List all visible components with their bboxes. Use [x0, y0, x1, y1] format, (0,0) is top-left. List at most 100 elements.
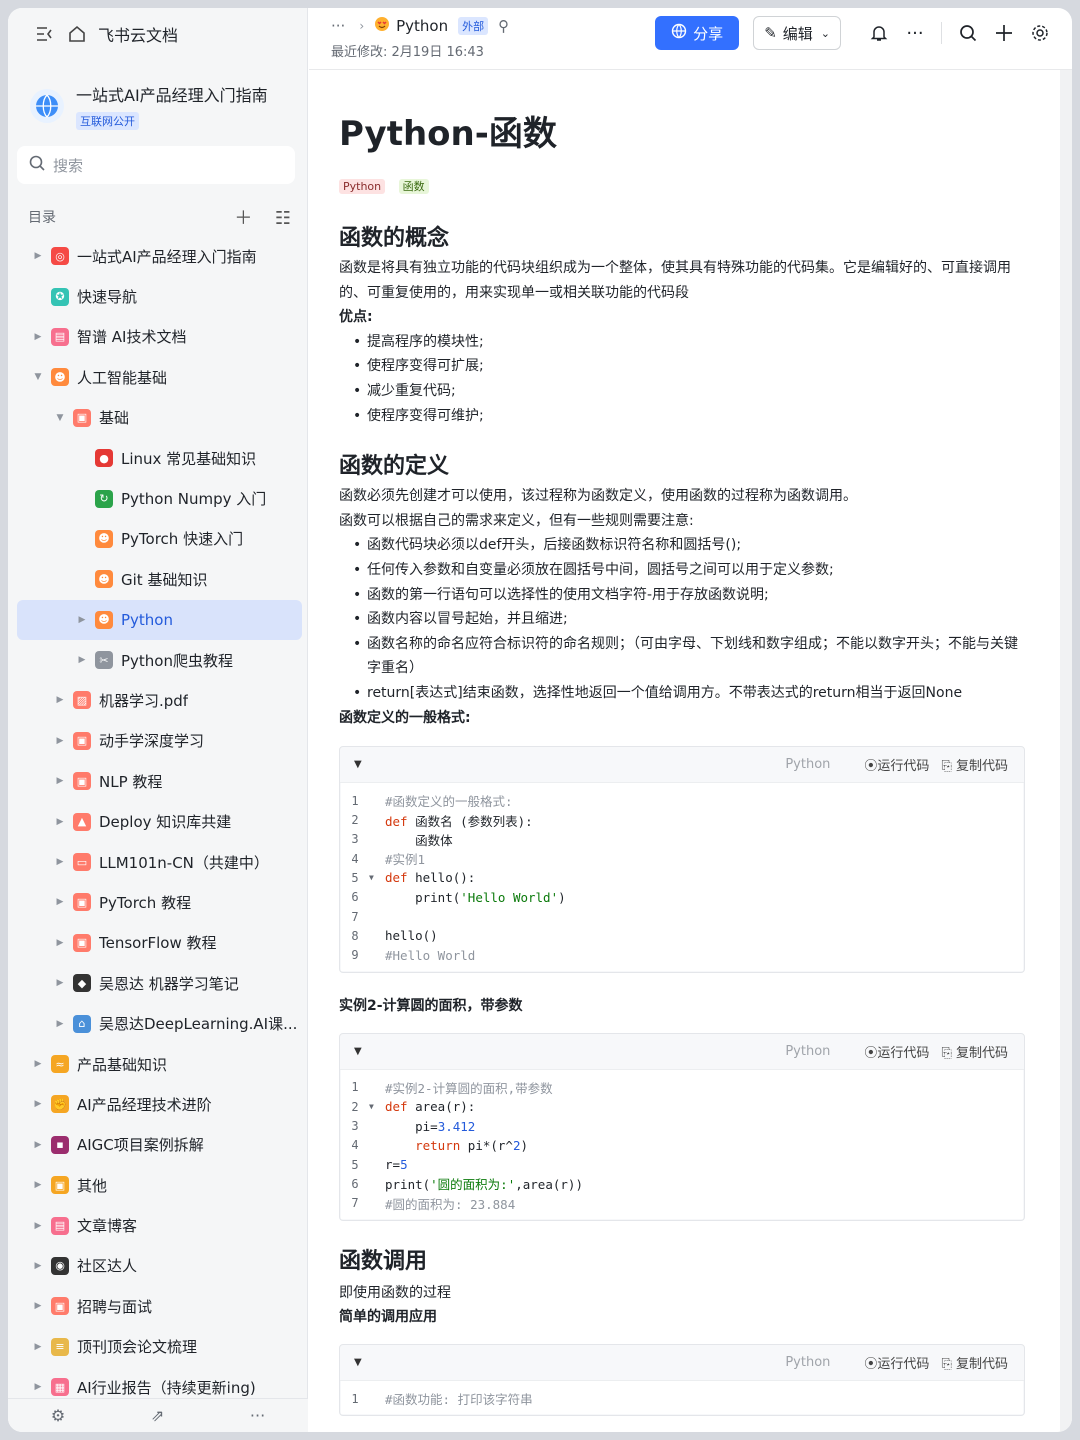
line-number: 7 — [351, 1196, 359, 1211]
sidebar-item[interactable]: ▶ ▨ 机器学习.pdf — [17, 680, 302, 720]
code-content[interactable]: 1 #函数功能: 打印该字符串 — [341, 1381, 1023, 1415]
caret-right-icon[interactable]: ▶ — [53, 817, 67, 827]
caret-right-icon[interactable]: ▶ — [31, 1180, 45, 1190]
sidebar-item[interactable]: ● Linux 常见基础知识 — [17, 438, 302, 478]
caret-right-icon[interactable]: ▶ — [31, 1261, 45, 1271]
sidebar-item[interactable]: ▶ ▣ 动手学深度学习 — [17, 721, 302, 761]
sidebar-item[interactable]: ▶ ≈ 产品基础知识 — [17, 1044, 302, 1084]
copy-code-button[interactable]: ⎘ 复制代码 — [941, 1042, 1008, 1061]
share-button[interactable]: 分享 — [655, 16, 740, 50]
sidebar-item[interactable]: ▶ ▣ NLP 教程 — [17, 761, 302, 801]
search-input[interactable]: 搜索 — [17, 146, 295, 184]
caret-right-icon[interactable]: ▶ — [75, 655, 89, 665]
sidebar-item[interactable]: ▶ ◎ 一站式AI产品经理入门指南 — [17, 236, 302, 276]
sidebar-item[interactable]: ▼ ☻ 人工智能基础 — [17, 357, 302, 397]
sidebar-item[interactable]: ▶ ☻ Python — [17, 599, 302, 640]
sidebar-item[interactable]: ▶ ✂ Python爬虫教程 — [17, 640, 302, 680]
edit-button[interactable]: ✎ 编辑 ⌄ — [753, 16, 841, 50]
sidebar-item[interactable]: ▶ ▪ AIGC项目案例拆解 — [17, 1125, 302, 1165]
sidebar-item[interactable]: ▶ ▣ 招聘与面试 — [17, 1286, 302, 1326]
breadcrumb-more[interactable]: ··· — [331, 17, 345, 35]
caret-right-icon[interactable]: ▶ — [31, 1301, 45, 1311]
sidebar-item[interactable]: ▶ ▭ LLM101n-CN（共建中） — [17, 842, 302, 882]
sidebar-item-label: TensorFlow 教程 — [99, 934, 217, 953]
bell-icon[interactable] — [861, 16, 897, 50]
copy-code-button[interactable]: ⎘ 复制代码 — [941, 755, 1008, 774]
caret-right-icon[interactable]: ▶ — [53, 736, 67, 746]
caret-right-icon[interactable]: ▶ — [31, 1099, 45, 1109]
sidebar-item[interactable]: ▶ ▤ 文章博客 — [17, 1205, 302, 1245]
sidebar-item[interactable]: ▶ ▲ Deploy 知识库共建 — [17, 801, 302, 841]
share-out-icon[interactable]: ⇗ — [151, 1406, 164, 1425]
app-name[interactable]: 飞书云文档 — [98, 22, 178, 46]
caret-right-icon[interactable]: ▶ — [31, 1342, 45, 1352]
code-content[interactable]: 1 #函数定义的一般格式: 2 def 函数名 (参数列表): 3 函数体 4 #实例1 5 ▼… — [341, 783, 1023, 971]
code-language[interactable]: Python — [785, 1044, 830, 1059]
sidebar-item[interactable]: ▶ ◆ 吴恩达 机器学习笔记 — [17, 963, 302, 1003]
sidebar-item[interactable]: ▶ ▤ 智谱 AI技术文档 — [17, 317, 302, 357]
caret-right-icon[interactable]: ▶ — [53, 978, 67, 988]
collapse-icon[interactable]: ▼ — [354, 1357, 362, 1368]
sidebar-item[interactable]: ▶ ✊ AI产品经理技术进阶 — [17, 1084, 302, 1124]
sidebar-item[interactable]: ☻ PyTorch 快速入门 — [17, 519, 302, 559]
caret-right-icon[interactable]: ▶ — [53, 1019, 67, 1029]
fold-icon[interactable]: ▼ — [369, 1102, 385, 1111]
collapse-icon[interactable]: ▼ — [354, 1046, 362, 1057]
pin-icon[interactable]: ⚲ — [498, 17, 509, 35]
code-content[interactable]: 1 #实例2-计算圆的面积,带参数 2 ▼ def area(r): 3 pi=3.412… — [341, 1069, 1023, 1219]
caret-down-icon[interactable]: ▼ — [31, 372, 45, 382]
caret-right-icon[interactable]: ▶ — [53, 938, 67, 948]
sidebar-item-label: 快速导航 — [77, 288, 138, 307]
tag-function[interactable]: 函数 — [398, 179, 429, 194]
more-options-icon[interactable]: ··· — [897, 16, 933, 50]
sidebar-item[interactable]: ▼ ▣ 基础 — [17, 398, 302, 438]
sidebar-item[interactable]: ▶ ▣ PyTorch 教程 — [17, 882, 302, 922]
sidebar-item[interactable]: ↻ Python Numpy 入门 — [17, 478, 302, 518]
caret-right-icon[interactable]: ▶ — [53, 695, 67, 705]
run-code-button[interactable]: ⦿运行代码 — [864, 755, 929, 774]
code-language[interactable]: Python — [785, 1355, 830, 1370]
home-icon[interactable] — [66, 23, 88, 45]
tag-python[interactable]: Python — [339, 179, 386, 194]
sidebar-item[interactable]: ▶ ▣ 其他 — [17, 1165, 302, 1205]
caret-right-icon[interactable]: ▶ — [31, 1140, 45, 1150]
collapse-sidebar-icon[interactable] — [34, 23, 56, 45]
collapse-icon[interactable]: ▼ — [354, 759, 362, 770]
caret-right-icon[interactable]: ▶ — [75, 615, 89, 625]
space-header[interactable]: 一站式AI产品经理入门指南 互联网公开 — [8, 60, 307, 138]
caret-right-icon[interactable]: ▶ — [53, 857, 67, 867]
code-language[interactable]: Python — [785, 757, 830, 772]
caret-right-icon[interactable]: ▶ — [31, 251, 45, 261]
settings-icon[interactable]: ⚙ — [51, 1406, 65, 1425]
caret-down-icon[interactable]: ▼ — [53, 413, 67, 423]
section-heading: 函数调用 — [339, 1248, 428, 1274]
code-text: 函数体 — [385, 832, 453, 848]
caret-right-icon[interactable]: ▶ — [53, 897, 67, 907]
scrollbar[interactable] — [1060, 70, 1072, 1432]
caret-right-icon[interactable]: ▶ — [31, 332, 45, 342]
outline-list-icon[interactable]: ☷ — [275, 208, 291, 229]
caret-right-icon[interactable]: ▶ — [53, 776, 67, 786]
run-code-button[interactable]: ⦿运行代码 — [864, 1353, 929, 1372]
search-icon[interactable] — [950, 16, 986, 50]
breadcrumb-doc-name[interactable]: Python — [396, 17, 448, 35]
more-icon[interactable]: ··· — [250, 1406, 265, 1425]
sidebar-item[interactable]: ✪ 快速导航 — [17, 276, 302, 316]
caret-right-icon[interactable]: ▶ — [31, 1382, 45, 1392]
add-icon[interactable]: ＋ — [234, 208, 252, 229]
sidebar-item[interactable]: ☻ Git 基础知识 — [17, 559, 302, 599]
run-label: 运行代码 — [877, 1045, 930, 1061]
sidebar-item[interactable]: ▶ ▣ TensorFlow 教程 — [17, 923, 302, 963]
sidebar-item[interactable]: ▶ ◉ 社区达人 — [17, 1246, 302, 1286]
run-code-button[interactable]: ⦿运行代码 — [864, 1042, 929, 1061]
external-tag: 外部 — [458, 17, 489, 35]
sidebar-item[interactable]: ▶ ≡ 顶刊顶会论文梳理 — [17, 1327, 302, 1367]
gear-icon[interactable] — [1022, 16, 1058, 50]
caret-right-icon[interactable]: ▶ — [31, 1059, 45, 1069]
caret-right-icon[interactable]: ▶ — [31, 1221, 45, 1231]
fold-icon[interactable]: ▼ — [369, 873, 385, 882]
copy-code-button[interactable]: ⎘ 复制代码 — [941, 1353, 1008, 1372]
plus-icon[interactable] — [986, 16, 1022, 50]
main-area: ··· › Python 外部 ⚲ 最近修改: 2月19日 16:43 分享 ✎… — [309, 8, 1072, 1432]
sidebar-item[interactable]: ▶ ⌂ 吴恩达DeepLearning.AI课... — [17, 1003, 302, 1043]
